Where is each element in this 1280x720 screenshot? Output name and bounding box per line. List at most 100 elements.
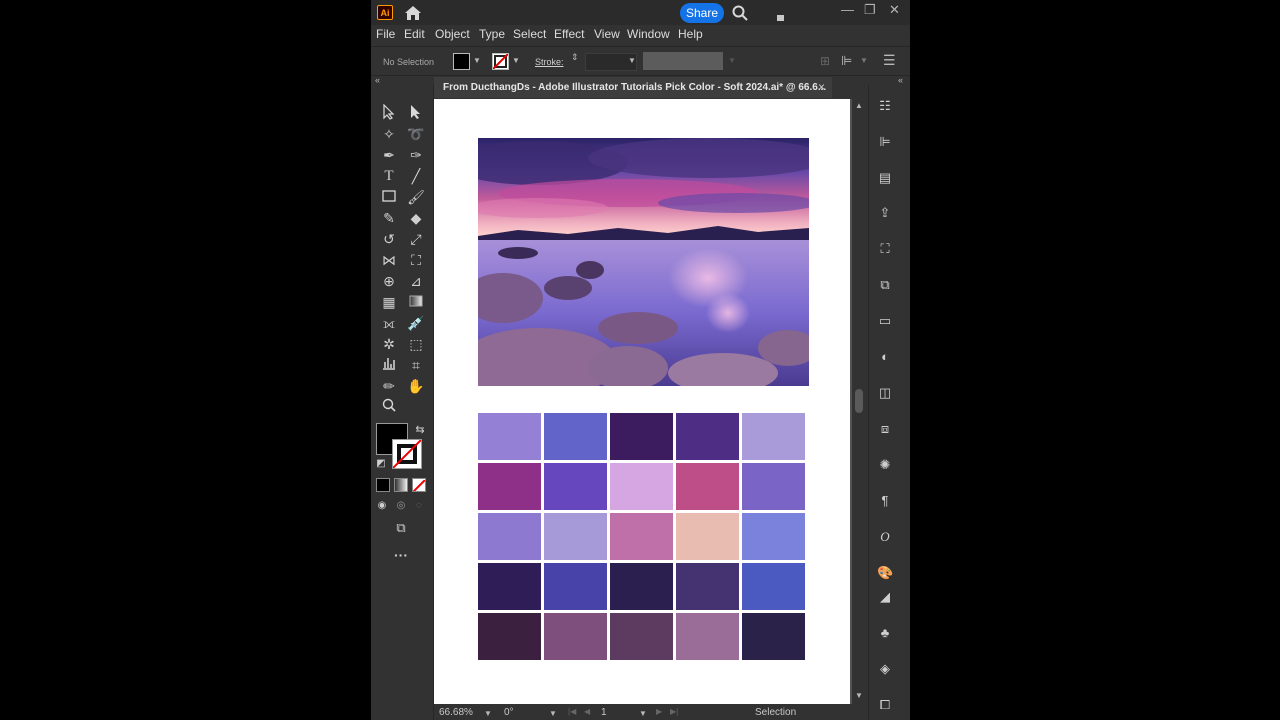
minimize-button[interactable]: —	[841, 2, 854, 17]
menu-type[interactable]: Type	[479, 27, 505, 41]
vertical-scrollbar[interactable]: ▲ ▼	[852, 99, 866, 704]
transform-panel-icon[interactable]: ⛶	[877, 241, 893, 257]
color-swatch[interactable]	[610, 463, 673, 510]
artboard[interactable]	[434, 99, 850, 704]
color-swatch[interactable]	[742, 413, 805, 460]
zoom-tool-icon[interactable]	[380, 398, 398, 416]
menu-view[interactable]: View	[594, 27, 620, 41]
profile-dropdown-icon[interactable]: ▼	[728, 56, 736, 65]
edit-toolbar-icon[interactable]: ···	[392, 546, 410, 564]
mesh-tool-icon[interactable]: ▦	[380, 293, 398, 311]
color-swatch[interactable]	[610, 413, 673, 460]
document-tab[interactable]: From DucthangDs - Adobe Illustrator Tuto…	[434, 77, 832, 98]
color-swatch[interactable]	[742, 613, 805, 660]
live-paint-tool-icon[interactable]: ⬚	[407, 335, 425, 353]
artboard-dropdown-icon[interactable]: ▼	[639, 709, 647, 718]
color-swatch[interactable]	[478, 613, 541, 660]
rotation-field[interactable]: 0°	[504, 707, 514, 718]
color-swatch[interactable]	[610, 613, 673, 660]
gradient-panel-icon[interactable]: ▭	[877, 313, 893, 329]
properties-panel-icon[interactable]: ☷	[877, 98, 893, 114]
arrange-panel-icon[interactable]: ⧈	[877, 421, 893, 437]
color-swatch[interactable]	[478, 513, 541, 560]
close-document-icon[interactable]: ×	[818, 80, 825, 94]
align-panel-icon[interactable]: ⊫	[877, 134, 893, 150]
next-artboard-icon[interactable]: ▶	[656, 707, 662, 716]
line-tool-icon[interactable]: ╱	[407, 167, 425, 185]
search-icon[interactable]	[732, 5, 748, 21]
previous-artboard-icon[interactable]: ◀	[584, 707, 590, 716]
color-swatch[interactable]	[544, 563, 607, 610]
default-fill-stroke-icon[interactable]: ◩	[372, 455, 390, 473]
menu-object[interactable]: Object	[435, 27, 470, 41]
color-swatch[interactable]	[676, 463, 739, 510]
gradient-tool-icon[interactable]	[407, 293, 425, 311]
free-transform-tool-icon[interactable]: ⛶	[407, 251, 425, 269]
color-swatch[interactable]	[676, 413, 739, 460]
canvas-area[interactable]	[434, 99, 852, 704]
paintbrush-tool-icon[interactable]: 🖌	[407, 188, 425, 206]
share-button[interactable]: Share	[680, 3, 724, 23]
pen-tool-icon[interactable]: ✒	[380, 146, 398, 164]
draw-inside-icon[interactable]: ◌	[410, 497, 428, 515]
draw-behind-icon[interactable]: ◎	[392, 497, 410, 515]
lake-sunset-photo[interactable]	[478, 138, 809, 386]
blend-tool-icon[interactable]: ⟗	[380, 314, 398, 332]
color-swatch[interactable]	[478, 563, 541, 610]
curvature-tool-icon[interactable]: ✑	[407, 146, 425, 164]
menu-edit[interactable]: Edit	[404, 27, 425, 41]
close-window-button[interactable]: ✕	[889, 2, 900, 18]
lasso-tool-icon[interactable]: ➰	[407, 125, 425, 143]
color-swatch[interactable]	[742, 513, 805, 560]
home-icon[interactable]	[404, 5, 422, 21]
color-mode-button[interactable]	[376, 478, 390, 492]
opentype-panel-icon[interactable]: O	[877, 529, 893, 545]
workspace-switcher-icon[interactable]	[777, 8, 793, 39]
draw-normal-icon[interactable]: ◉	[373, 497, 391, 515]
zoom-level-field[interactable]: 66.68%	[439, 707, 473, 718]
rotation-dropdown-icon[interactable]: ▼	[549, 709, 557, 718]
transparency-panel-icon[interactable]: ◫	[877, 385, 893, 401]
pathfinder-panel-icon[interactable]: ⧉	[877, 277, 893, 293]
align-options-icon[interactable]: ⊫	[841, 53, 852, 69]
magic-wand-tool-icon[interactable]: ✧	[380, 125, 398, 143]
rectangle-tool-icon[interactable]	[380, 188, 398, 206]
color-swatch[interactable]	[544, 463, 607, 510]
fill-color-swatch[interactable]	[453, 53, 470, 70]
gradient-mode-button[interactable]	[394, 478, 408, 492]
color-swatch[interactable]	[742, 463, 805, 510]
control-panel-menu-icon[interactable]: ☰	[883, 52, 896, 69]
menu-window[interactable]: Window	[627, 27, 670, 41]
color-swatch[interactable]	[610, 563, 673, 610]
artboard-tool-icon[interactable]: ⌗	[407, 356, 425, 374]
layers-panel-icon[interactable]: ◈	[877, 661, 893, 677]
last-artboard-icon[interactable]: ▶|	[670, 707, 678, 716]
stroke-weight-dropdown-icon[interactable]: ▼	[628, 56, 636, 65]
stroke-color-swatch[interactable]	[492, 53, 509, 70]
perspective-grid-tool-icon[interactable]: ⊿	[407, 272, 425, 290]
symbol-sprayer-tool-icon[interactable]: ✲	[380, 335, 398, 353]
slice-tool-icon[interactable]: ✏	[380, 377, 398, 395]
color-swatch[interactable]	[478, 413, 541, 460]
menu-effect[interactable]: Effect	[554, 27, 584, 41]
screen-mode-icon[interactable]: ⧉	[392, 519, 410, 537]
stroke-label[interactable]: Stroke:	[535, 57, 564, 67]
color-swatch[interactable]	[544, 413, 607, 460]
color-swatch[interactable]	[478, 463, 541, 510]
selection-tool-icon[interactable]	[380, 103, 398, 122]
hand-tool-icon[interactable]: ✋	[407, 377, 425, 395]
rotate-tool-icon[interactable]: ↺	[380, 230, 398, 248]
maximize-button[interactable]: ❐	[864, 2, 876, 18]
align-dropdown-icon[interactable]: ▼	[860, 56, 868, 65]
column-graph-tool-icon[interactable]	[380, 356, 398, 374]
scroll-down-icon[interactable]: ▼	[855, 691, 863, 700]
direct-selection-tool-icon[interactable]	[407, 104, 425, 122]
symbols-panel-icon[interactable]: ♣	[877, 625, 893, 641]
stroke-panel-icon[interactable]: ◢	[877, 589, 893, 605]
swatches-panel-icon[interactable]: ▤	[877, 170, 893, 186]
none-mode-button[interactable]	[412, 478, 426, 492]
stroke-dropdown-icon[interactable]: ▼	[512, 56, 520, 65]
fill-dropdown-icon[interactable]: ▼	[473, 56, 481, 65]
eyedropper-tool-icon[interactable]: 💉	[407, 314, 425, 332]
scale-tool-icon[interactable]: ⤢	[407, 230, 425, 248]
